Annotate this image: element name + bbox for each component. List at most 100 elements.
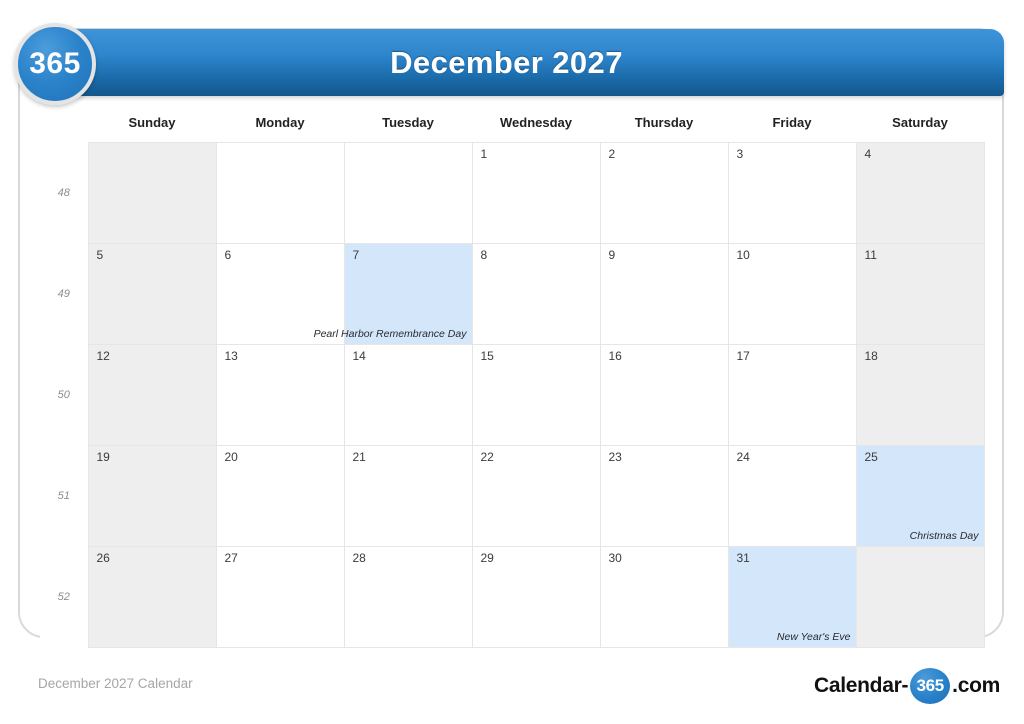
day-number: 8	[480, 248, 488, 262]
calendar-week-row: 52 26 27 28 29 30 31 New Year's Eve	[40, 546, 985, 648]
day-number: 31	[736, 551, 750, 565]
calendar-week-row: 48 1 2 3 4	[40, 142, 985, 244]
day-cell-thursday[interactable]: 9	[599, 243, 729, 345]
day-number: 10	[736, 248, 750, 262]
footer: December 2027 Calendar Calendar- 365 .co…	[0, 660, 1024, 720]
day-number: 9	[608, 248, 616, 262]
day-number: 2	[608, 147, 616, 161]
day-cell-monday[interactable]: 13	[215, 344, 345, 446]
week-number-header	[40, 108, 88, 143]
day-number: 23	[608, 450, 622, 464]
footer-caption: December 2027 Calendar	[38, 676, 193, 691]
day-number: 7	[352, 248, 360, 262]
calendar-body: 48 1 2 3 4 49 5 6 7 Pearl Harbor Remembrance Day 8…	[40, 142, 985, 648]
day-number: 28	[352, 551, 366, 565]
calendar-week-row: 50 12 13 14 15 16 17 18	[40, 344, 985, 446]
day-number: 17	[736, 349, 750, 363]
day-number: 1	[480, 147, 488, 161]
day-cell-saturday[interactable]: 4	[855, 142, 985, 244]
day-number: 6	[224, 248, 232, 262]
day-cell-thursday[interactable]: 23	[599, 445, 729, 547]
day-number: 29	[480, 551, 494, 565]
day-number: 20	[224, 450, 238, 464]
day-cell-friday[interactable]: 31 New Year's Eve	[727, 546, 857, 648]
brand-badge-365: 365	[14, 23, 96, 105]
day-cell-sunday[interactable]: 12	[87, 344, 217, 446]
day-cell-sunday[interactable]: 26	[87, 546, 217, 648]
day-cell-wednesday[interactable]: 29	[471, 546, 601, 648]
day-cell-sunday[interactable]: 5	[87, 243, 217, 345]
day-cell-empty	[87, 142, 217, 244]
week-number-cell: 50	[40, 344, 88, 446]
day-number: 30	[608, 551, 622, 565]
day-number: 16	[608, 349, 622, 363]
day-cell-tuesday[interactable]: 14	[343, 344, 473, 446]
day-cell-tuesday[interactable]: 28	[343, 546, 473, 648]
day-cell-sunday[interactable]: 19	[87, 445, 217, 547]
day-number: 25	[864, 450, 878, 464]
day-number: 18	[864, 349, 878, 363]
day-cell-friday[interactable]: 3	[727, 142, 857, 244]
day-number: 12	[96, 349, 110, 363]
day-cell-empty	[343, 142, 473, 244]
day-cell-empty	[855, 546, 985, 648]
page-title: December 2027	[390, 44, 623, 80]
day-cell-wednesday[interactable]: 8	[471, 243, 601, 345]
day-cell-tuesday[interactable]: 7 Pearl Harbor Remembrance Day	[314, 243, 473, 345]
holiday-event-label: Pearl Harbor Remembrance Day	[313, 328, 467, 340]
day-cell-saturday[interactable]: 11	[855, 243, 985, 345]
day-number: 3	[736, 147, 744, 161]
day-cell-wednesday[interactable]: 15	[471, 344, 601, 446]
week-number-cell: 52	[40, 546, 88, 648]
day-cell-friday[interactable]: 24	[727, 445, 857, 547]
week-number-cell: 51	[40, 445, 88, 547]
calendar-week-row: 49 5 6 7 Pearl Harbor Remembrance Day 8 9 10 11	[40, 243, 985, 345]
calendar-frame: 365 Sunday Monday Tuesday Wednesday Thur…	[18, 28, 1004, 648]
day-cell-wednesday[interactable]: 22	[471, 445, 601, 547]
weekday-header-wednesday: Wednesday	[499, 114, 572, 130]
calendar-week-row: 51 19 20 21 22 23 24 25 Christmas Day	[40, 445, 985, 547]
day-number: 11	[864, 248, 877, 262]
day-number: 14	[352, 349, 366, 363]
logo-text-left: Calendar-	[814, 674, 909, 697]
calendar-title-bar: December 2027	[49, 29, 1004, 96]
day-number: 19	[96, 450, 110, 464]
day-cell-saturday[interactable]: 18	[855, 344, 985, 446]
calendar365-logo[interactable]: Calendar- 365 .com	[814, 668, 1000, 704]
holiday-event-label: New Year's Eve	[776, 631, 851, 643]
day-number: 15	[480, 349, 494, 363]
day-cell-wednesday[interactable]: 1	[471, 142, 601, 244]
day-cell-friday[interactable]: 17	[727, 344, 857, 446]
calendar-table: Sunday Monday Tuesday Wednesday Thursday…	[40, 108, 985, 648]
day-cell-monday[interactable]: 20	[215, 445, 345, 547]
week-number-cell: 48	[40, 142, 88, 244]
weekday-header-row: Sunday Monday Tuesday Wednesday Thursday…	[40, 108, 984, 143]
weekday-header-sunday: Sunday	[128, 114, 176, 130]
day-number: 22	[480, 450, 494, 464]
day-cell-monday[interactable]: 27	[215, 546, 345, 648]
logo-text-right: .com	[952, 674, 1000, 697]
day-cell-thursday[interactable]: 30	[599, 546, 729, 648]
weekday-header-friday: Friday	[772, 114, 812, 130]
weekday-header-thursday: Thursday	[634, 114, 694, 130]
day-cell-tuesday[interactable]: 21	[343, 445, 473, 547]
day-cell-saturday[interactable]: 25 Christmas Day	[855, 445, 985, 547]
brand-badge-label: 365	[29, 47, 81, 80]
day-number: 21	[352, 450, 366, 464]
logo-circle-365: 365	[910, 668, 951, 704]
day-cell-thursday[interactable]: 2	[599, 142, 729, 244]
weekday-header-tuesday: Tuesday	[382, 114, 434, 130]
day-number: 4	[864, 147, 872, 161]
week-number-cell: 49	[40, 243, 88, 345]
day-cell-friday[interactable]: 10	[727, 243, 857, 345]
calendar-grid-container: Sunday Monday Tuesday Wednesday Thursday…	[40, 108, 985, 648]
day-number: 13	[224, 349, 238, 363]
day-cell-empty	[215, 142, 345, 244]
day-cell-thursday[interactable]: 16	[599, 344, 729, 446]
day-number: 24	[736, 450, 750, 464]
holiday-event-label: Christmas Day	[909, 530, 979, 542]
day-number: 27	[224, 551, 238, 565]
day-number: 5	[96, 248, 104, 262]
day-number: 26	[96, 551, 110, 565]
weekday-header-saturday: Saturday	[892, 114, 948, 130]
